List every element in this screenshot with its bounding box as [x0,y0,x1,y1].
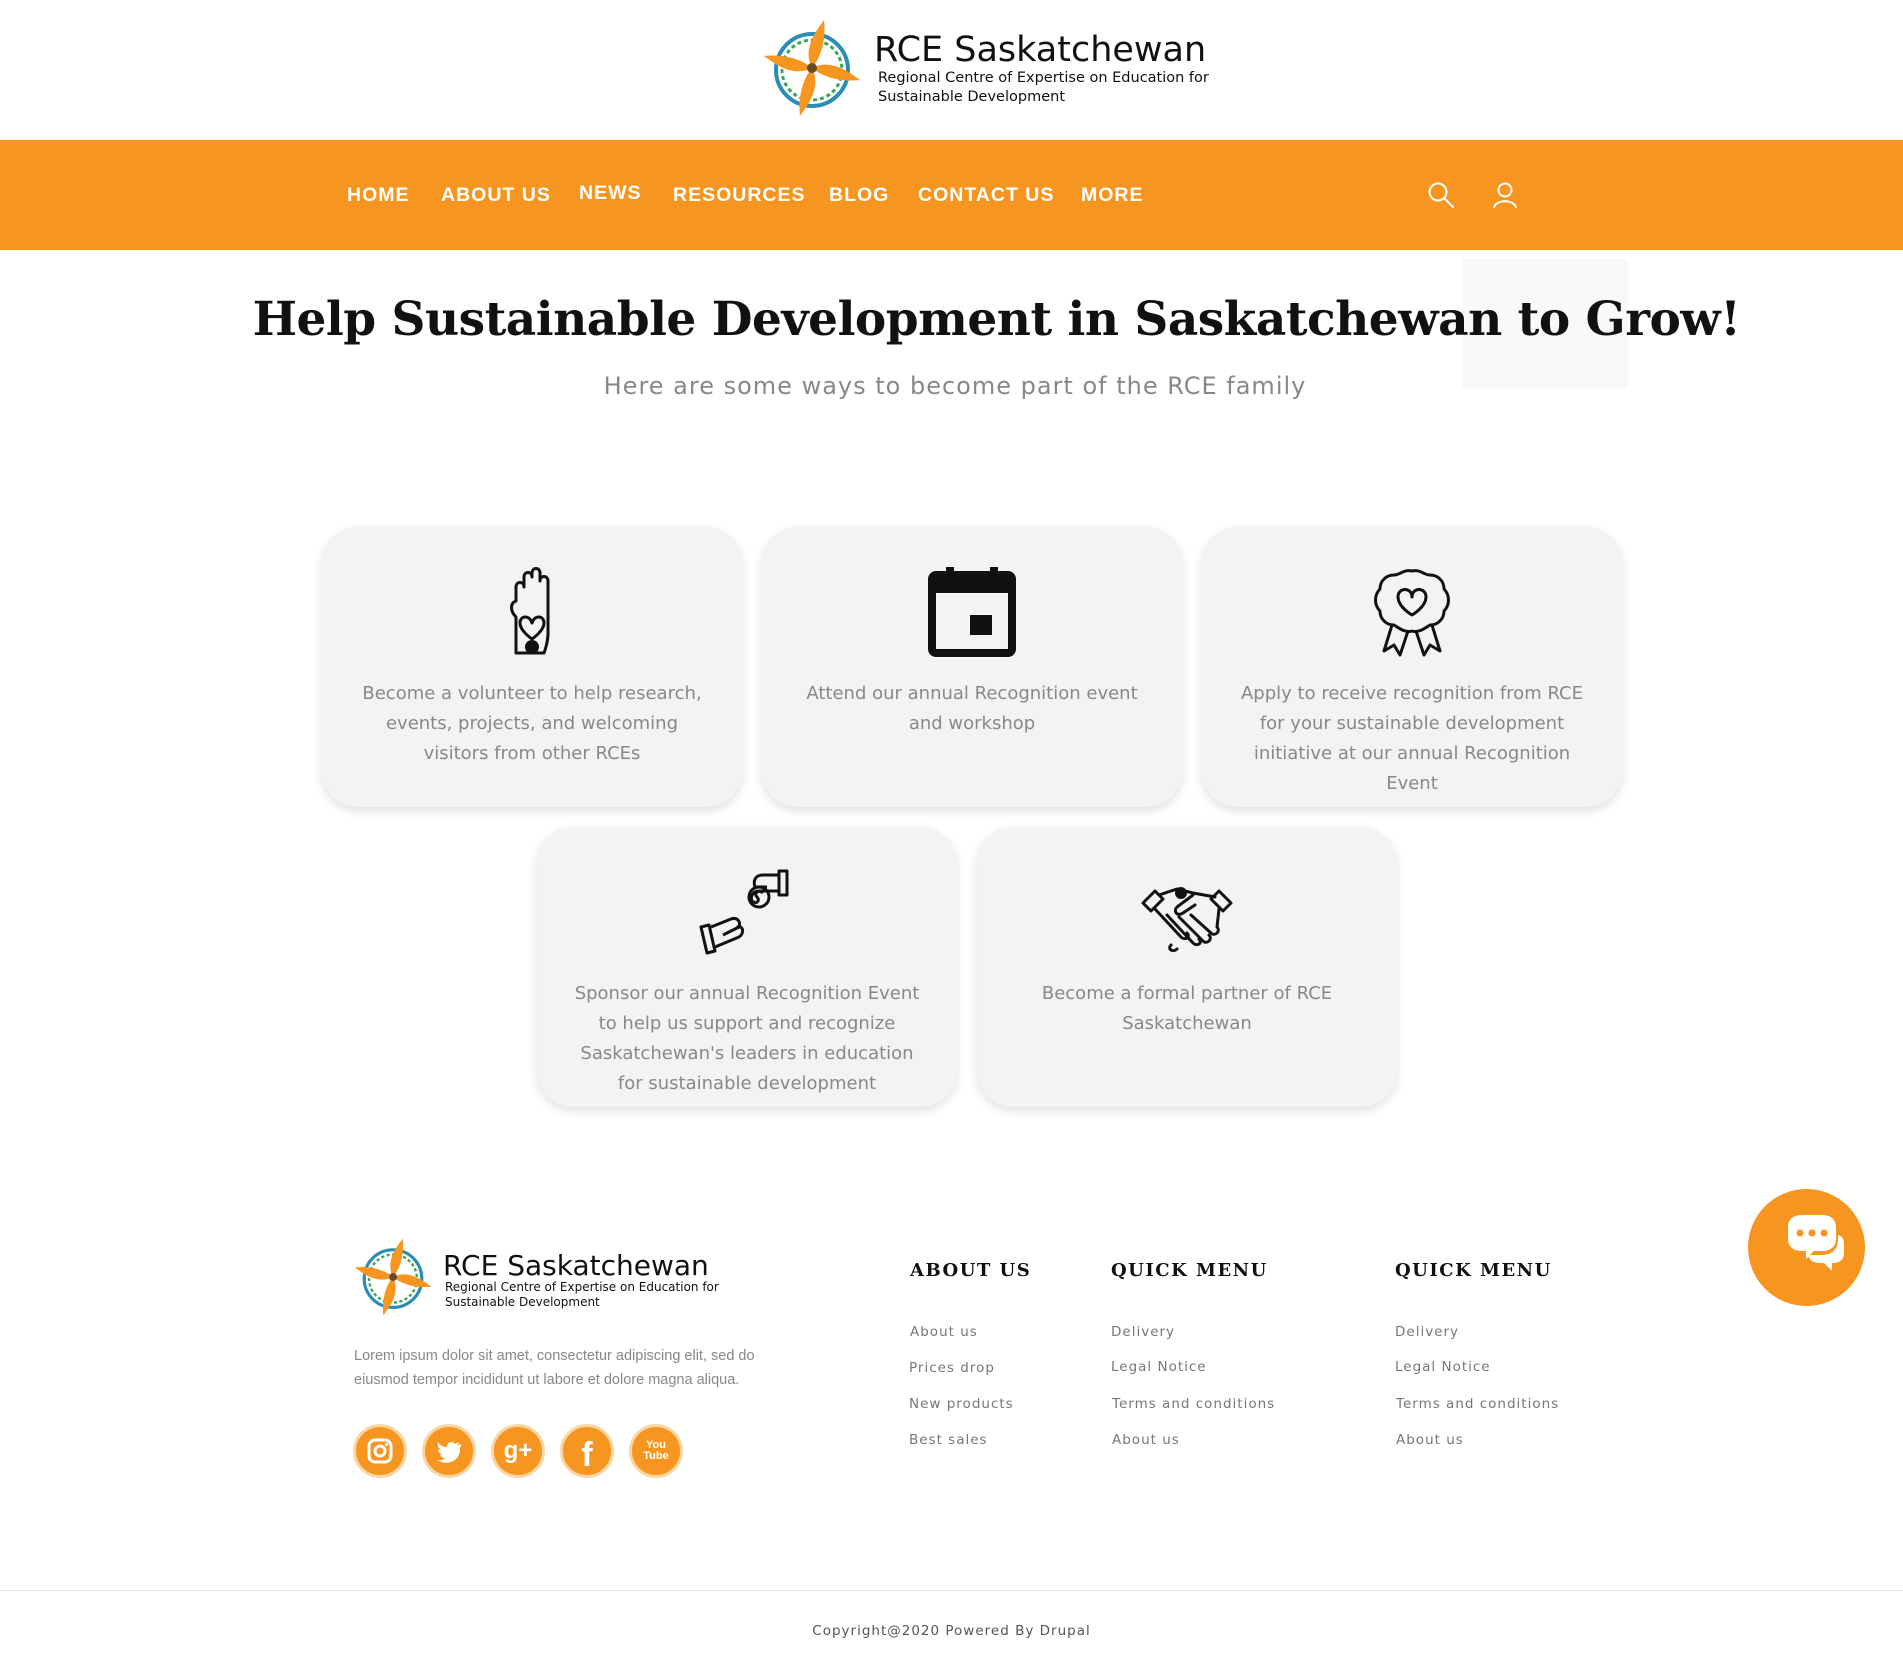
twitter-icon[interactable] [422,1424,476,1478]
site-logo[interactable]: RCE Saskatchewan Regional Centre of Expe… [762,18,1222,118]
card-partner[interactable]: Become a formal partner of RCE Saskatche… [977,827,1397,1107]
card-volunteer[interactable]: Become a volunteer to help research, eve… [322,527,742,807]
google-plus-icon[interactable]: g+ [491,1424,545,1478]
rce-logo-icon [354,1238,432,1316]
card-text: Apply to receive recognition from RCE fo… [1240,683,1584,794]
footer-link-terms[interactable]: Terms and conditions [1396,1396,1559,1412]
logo-title: RCE Saskatchewan [874,30,1207,70]
page-title: Help Sustainable Development in Saskatch… [252,292,1741,347]
footer-link-delivery[interactable]: Delivery [1111,1324,1175,1340]
footer-link-legal-notice[interactable]: Legal Notice [1111,1359,1207,1375]
volunteer-hand-heart-icon [510,567,550,655]
footer-link-terms[interactable]: Terms and conditions [1112,1396,1275,1412]
footer-divider [0,1590,1903,1591]
card-apply-recognition[interactable]: Apply to receive recognition from RCE fo… [1202,527,1622,807]
nav-resources[interactable]: RESOURCES [673,184,806,207]
facebook-icon[interactable]: f [560,1424,614,1478]
nav-news[interactable]: NEWS [579,182,642,205]
card-text: Become a formal partner of RCE Saskatche… [1041,983,1333,1034]
nav-home[interactable]: HOME [347,184,410,207]
card-sponsor[interactable]: Sponsor our annual Recognition Event to … [537,827,957,1107]
footer-link-delivery[interactable]: Delivery [1395,1324,1459,1340]
card-text: Become a volunteer to help research, eve… [362,683,702,764]
award-ribbon-heart-icon [1374,569,1450,657]
nav-blog[interactable]: BLOG [829,184,889,207]
chat-button[interactable] [1748,1189,1865,1306]
nav-more[interactable]: MORE [1081,184,1144,207]
site-header: RCE Saskatchewan Regional Centre of Expe… [0,0,1903,140]
footer-link-best-sales[interactable]: Best sales [909,1432,988,1448]
card-attend-event[interactable]: Attend our annual Recognition event and … [762,527,1182,807]
sponsor-money-hands-icon [699,869,789,955]
handshake-icon [1141,887,1233,953]
nav-about-us[interactable]: ABOUT US [441,184,551,207]
nav-contact-us[interactable]: CONTACT US [918,184,1054,207]
footer-link-about-us[interactable]: About us [1112,1432,1180,1448]
footer-logo-subtitle: Regional Centre of Expertise on Educatio… [445,1280,719,1309]
calendar-event-icon [928,567,1016,657]
chat-bubbles-icon [1788,1215,1844,1271]
footer-column-heading: QUICK MENU [1395,1260,1552,1281]
main-navigation: HOME ABOUT US NEWS RESOURCES BLOG CONTAC… [0,140,1903,250]
instagram-icon[interactable] [353,1424,407,1478]
footer-logo[interactable]: RCE Saskatchewan Regional Centre of Expe… [353,1237,773,1317]
user-icon[interactable] [1490,180,1520,210]
footer-column-heading: QUICK MENU [1111,1260,1268,1281]
copyright-text: Copyright@2020 Powered By Drupal [812,1623,1091,1639]
card-text: Sponsor our annual Recognition Event to … [574,983,920,1094]
rce-logo-icon [764,20,860,116]
youtube-icon[interactable]: You Tube [629,1424,683,1478]
card-text: Attend our annual Recognition event and … [806,683,1138,734]
page-subtitle: Here are some ways to become part of the… [603,372,1307,400]
footer-description: Lorem ipsum dolor sit amet, consectetur … [354,1348,755,1388]
footer-link-about-us[interactable]: About us [910,1324,978,1340]
footer-link-legal-notice[interactable]: Legal Notice [1395,1359,1491,1375]
footer-link-new-products[interactable]: New products [909,1396,1014,1412]
footer-column-heading: ABOUT US [910,1260,1032,1281]
footer-link-prices-drop[interactable]: Prices drop [909,1360,995,1376]
footer-logo-title: RCE Saskatchewan [443,1249,709,1282]
logo-subtitle: Regional Centre of Expertise on Educatio… [878,70,1209,105]
search-icon[interactable] [1426,180,1456,210]
footer-link-about-us[interactable]: About us [1396,1432,1464,1448]
